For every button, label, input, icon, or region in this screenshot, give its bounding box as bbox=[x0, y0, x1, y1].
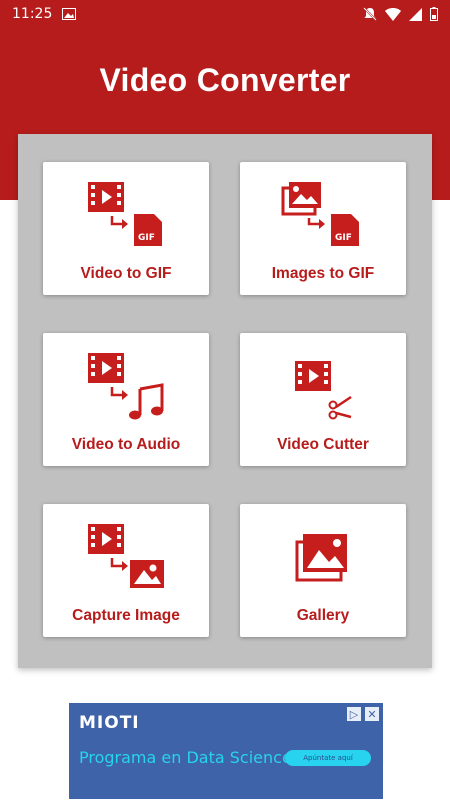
ad-banner[interactable]: MIOTI ▷ ✕ Programa en Data Science Apúnt… bbox=[69, 703, 383, 799]
video-to-gif-button[interactable]: GIF Video to GIF bbox=[43, 162, 209, 295]
video-to-audio-button[interactable]: Video to Audio bbox=[43, 333, 209, 466]
tile-label: Gallery bbox=[296, 607, 350, 624]
ad-brand-logo: MIOTI bbox=[79, 713, 140, 733]
images-to-gif-icon: GIF bbox=[281, 182, 359, 246]
close-icon[interactable]: ✕ bbox=[365, 707, 379, 721]
mute-icon bbox=[363, 7, 377, 21]
battery-icon bbox=[430, 7, 438, 21]
ad-headline: Programa en Data Science bbox=[79, 748, 292, 767]
ad-cta-button[interactable]: Apúntate aquí bbox=[285, 750, 371, 766]
video-cutter-icon bbox=[295, 361, 352, 420]
tile-label: Images to GIF bbox=[271, 265, 375, 282]
signal-icon bbox=[409, 7, 422, 21]
ad-info-icon[interactable]: ▷ bbox=[347, 707, 361, 721]
tile-label: Video to Audio bbox=[71, 436, 181, 453]
status-bar: 11:25 bbox=[0, 0, 450, 28]
svg-text:GIF: GIF bbox=[335, 233, 352, 243]
wifi-icon bbox=[385, 7, 401, 21]
video-cutter-button[interactable]: Video Cutter bbox=[240, 333, 406, 466]
svg-text:GIF: GIF bbox=[138, 233, 155, 243]
tile-label: Capture Image bbox=[72, 607, 180, 624]
capture-image-button[interactable]: Capture Image bbox=[43, 504, 209, 637]
page-title: Video Converter bbox=[99, 62, 351, 98]
images-to-gif-button[interactable]: GIF Images to GIF bbox=[240, 162, 406, 295]
video-to-audio-icon bbox=[88, 353, 164, 420]
status-time: 11:25 bbox=[12, 6, 53, 22]
video-to-gif-icon: GIF bbox=[88, 182, 162, 246]
gallery-button[interactable]: Gallery bbox=[240, 504, 406, 637]
capture-image-icon bbox=[88, 524, 164, 588]
tile-label: Video Cutter bbox=[277, 436, 369, 453]
image-notification-icon bbox=[62, 8, 77, 20]
tile-label: Video to GIF bbox=[80, 265, 172, 282]
gallery-icon bbox=[295, 534, 347, 582]
feature-grid: GIF Video to GIF GIF Images to GIF Video… bbox=[18, 134, 432, 668]
